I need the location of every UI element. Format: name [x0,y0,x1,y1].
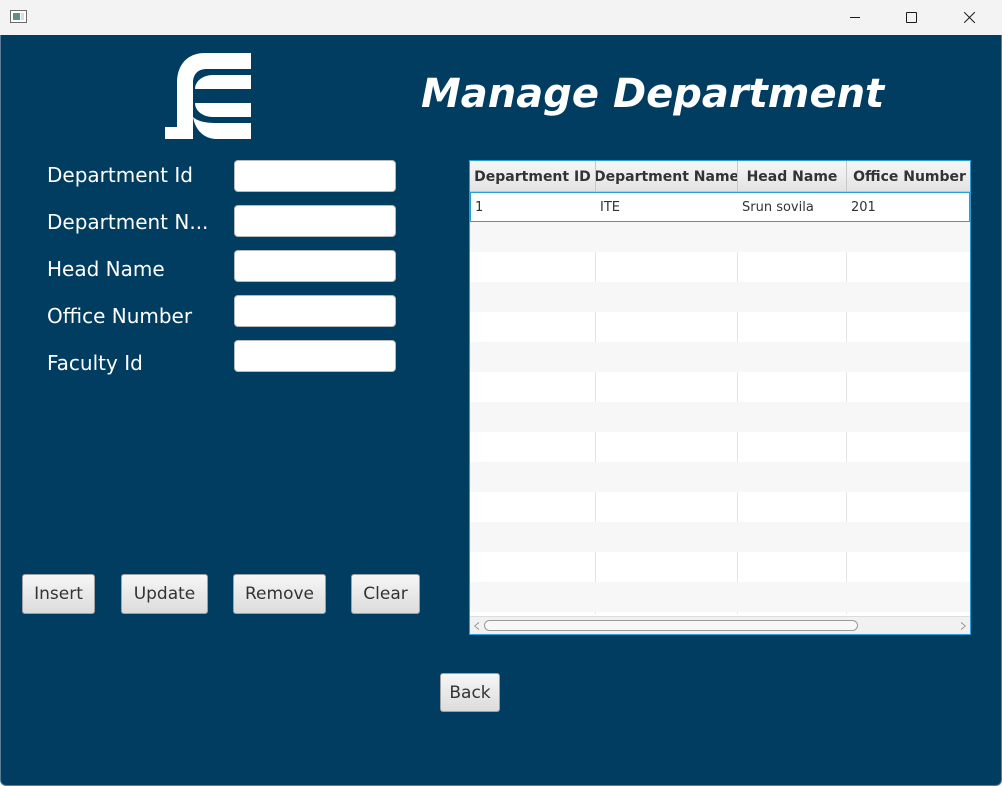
update-button[interactable]: Update [121,574,208,614]
minimize-icon [850,17,860,18]
department-id-input[interactable] [234,160,396,192]
table-row-empty[interactable] [470,582,970,612]
scrollbar-thumb[interactable] [484,620,858,631]
minimize-button[interactable] [826,0,884,35]
clear-button[interactable]: Clear [351,574,420,614]
department-id-label: Department Id [47,163,193,187]
table-cell: 1 [475,199,484,215]
page-title: Manage Department [421,71,885,117]
maximize-icon [905,12,917,23]
department-name-input[interactable] [234,205,396,237]
close-icon [963,11,976,24]
remove-button[interactable]: Remove [233,574,326,614]
office-number-label: Office Number [47,304,193,328]
column-header-office-number[interactable]: Office Number [847,161,970,192]
table-row-empty[interactable] [470,432,970,462]
department-table[interactable]: Department ID Department Name Head Name … [469,160,971,635]
table-row-empty[interactable] [470,552,970,582]
office-number-input[interactable] [234,295,396,327]
table-row[interactable]: 1 ITE Srun sovila 201 [470,192,970,222]
table-row-empty[interactable] [470,522,970,552]
window-title-bar [0,0,1002,35]
scroll-right-icon[interactable] [961,622,966,630]
table-row-empty[interactable] [470,492,970,522]
column-header-department-name[interactable]: Department Name [596,161,738,192]
horizontal-scrollbar[interactable] [470,616,970,634]
scroll-left-icon[interactable] [474,622,479,630]
table-row-empty[interactable] [470,282,970,312]
back-button[interactable]: Back [440,673,500,712]
faculty-id-label: Faculty Id [47,351,143,375]
close-button[interactable] [940,0,998,35]
faculty-id-input[interactable] [234,340,396,372]
table-header: Department ID Department Name Head Name … [470,161,970,192]
fe-logo-icon [165,53,251,139]
department-name-label: Department N... [47,210,209,234]
table-row-empty[interactable] [470,252,970,282]
table-body: 1 ITE Srun sovila 201 [470,192,970,612]
main-panel: Manage Department Department Id Departme… [0,35,1002,786]
app-window-icon [10,10,27,23]
head-name-label: Head Name [47,257,165,281]
table-cell: ITE [600,199,620,215]
table-row-empty[interactable] [470,402,970,432]
table-row-empty[interactable] [470,222,970,252]
table-cell: Srun sovila [742,199,814,215]
table-row-empty[interactable] [470,372,970,402]
table-cell: 201 [851,199,876,215]
table-row-empty[interactable] [470,462,970,492]
table-row-empty[interactable] [470,312,970,342]
insert-button[interactable]: Insert [22,574,95,614]
column-header-head-name[interactable]: Head Name [738,161,847,192]
maximize-button[interactable] [882,0,940,35]
table-row-empty[interactable] [470,342,970,372]
column-header-department-id[interactable]: Department ID [470,161,596,192]
head-name-input[interactable] [234,250,396,282]
